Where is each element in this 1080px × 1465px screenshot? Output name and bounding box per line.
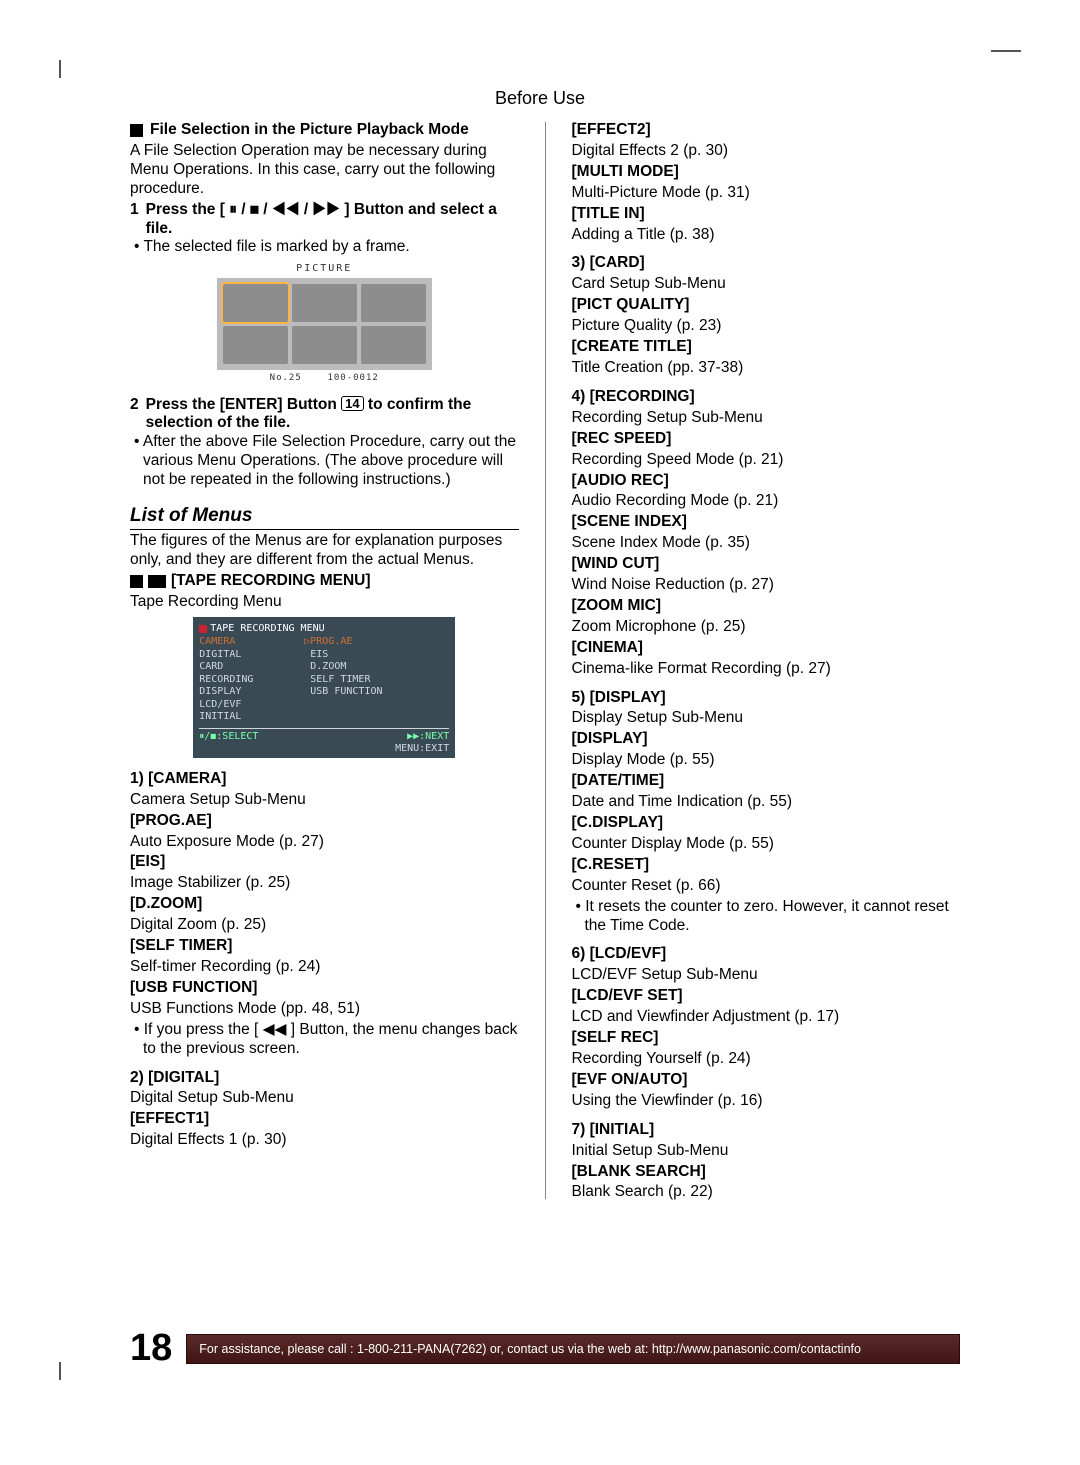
thumb (361, 326, 426, 364)
osd-menu: TAPE RECORDING MENU CAMERA DIGITAL CARD … (193, 617, 455, 758)
bullet-icon (130, 124, 143, 137)
assistance-note: For assistance, please call : 1-800-211-… (186, 1334, 960, 1364)
digital-title: 2) [DIGITAL] (130, 1069, 519, 1088)
card-title: 3) [CARD] (572, 254, 961, 273)
thumb (292, 326, 357, 364)
tape-recording-menu-heading: [TAPE RECORDING MENU] (130, 572, 519, 591)
file-selection-body: A File Selection Operation may be necess… (130, 142, 519, 199)
digital-desc: Digital Setup Sub-Menu (130, 1089, 519, 1108)
transport-glyphs: ⏸ / ◼ / ◀◀ / ▶▶ (229, 201, 340, 218)
display-title: 5) [DISPLAY] (572, 689, 961, 708)
step-2: 2 Press the [ENTER] Button 14 to confirm… (130, 396, 519, 434)
initial-title: 7) [INITIAL] (572, 1121, 961, 1140)
picture-panel: PICTURE No.25 100-0012 (217, 263, 432, 383)
camera-desc: Camera Setup Sub-Menu (130, 791, 519, 810)
left-column: File Selection in the Picture Playback M… (130, 119, 519, 1204)
bullet-icon (130, 575, 143, 588)
recording-title: 4) [RECORDING] (572, 388, 961, 407)
camera-title: 1) [CAMERA] (130, 770, 519, 789)
thumb (361, 284, 426, 322)
display-note: It resets the counter to zero. However, … (585, 898, 961, 936)
osd-foot-right: ▶▶:NEXTMENU:EXIT (395, 731, 449, 756)
osd-left-col: CAMERA DIGITAL CARD RECORDING DISPLAY LC… (199, 636, 294, 724)
list-of-menus-heading: List of Menus (130, 504, 519, 530)
thumb (292, 284, 357, 322)
camera-note: If you press the [ ◀◀ ] Button, the menu… (143, 1021, 519, 1059)
osd-right-col: ▷PROG.AE EIS D.ZOOM SELF TIMER USB FUNCT… (304, 636, 382, 724)
pict-footer-no: No.25 (270, 373, 302, 383)
thumb (223, 326, 288, 364)
column-divider (545, 122, 546, 1199)
step-2-sub: After the above File Selection Procedure… (143, 433, 519, 490)
right-column: [EFFECT2] Digital Effects 2 (p. 30) [MUL… (572, 119, 961, 1204)
tape-recording-menu-sub: Tape Recording Menu (130, 593, 519, 612)
lcd-title: 6) [LCD/EVF] (572, 945, 961, 964)
step-1-sub: The selected file is marked by a frame. (143, 238, 519, 257)
page-number: 18 (130, 1327, 172, 1370)
pict-footer-id: 100-0012 (327, 373, 378, 383)
rec-dot-icon (199, 625, 207, 633)
thumb-selected (223, 284, 288, 322)
list-of-menus-body: The figures of the Menus are for explana… (130, 532, 519, 570)
picture-title: PICTURE (217, 263, 432, 275)
camera-icon (148, 575, 166, 588)
osd-foot-left: ⏸/◼:SELECT (199, 731, 258, 756)
callout-14: 14 (341, 396, 363, 411)
file-selection-heading: File Selection in the Picture Playback M… (130, 121, 519, 140)
footer: 18 For assistance, please call : 1-800-2… (130, 1327, 960, 1370)
page-header: Before Use (70, 88, 1010, 109)
step-1: 1 Press the [ ⏸ / ◼ / ◀◀ / ▶▶ ] Button a… (130, 201, 519, 239)
